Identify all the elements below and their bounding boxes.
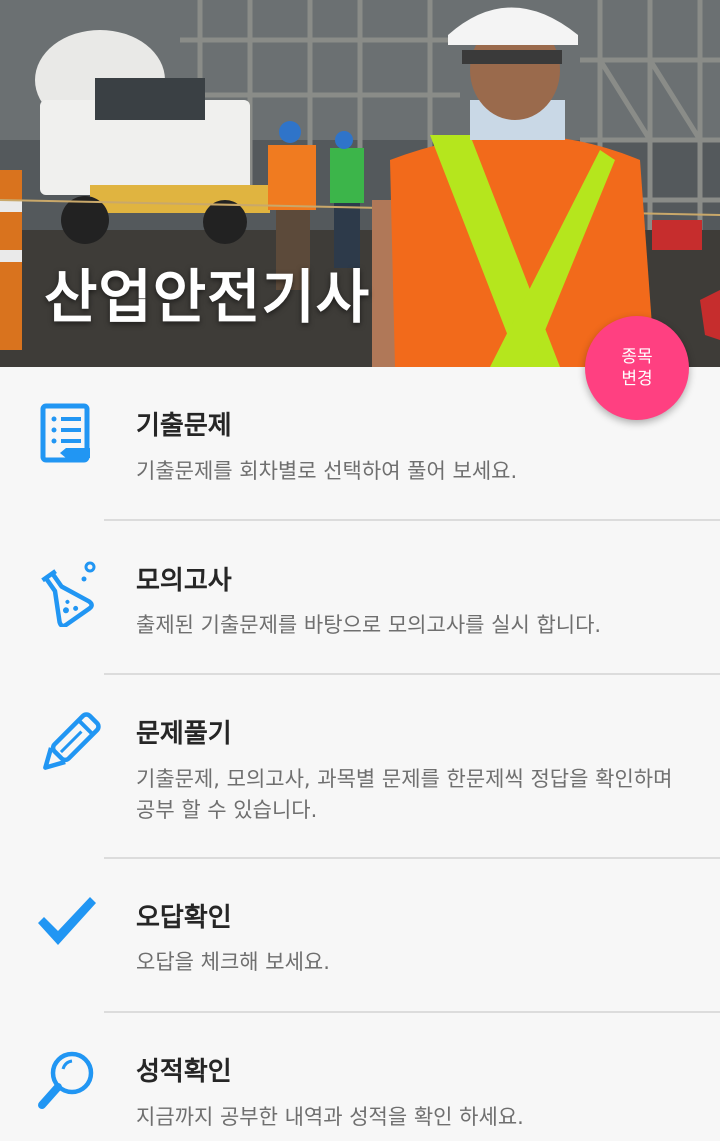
menu-item-title: 모의고사 — [136, 566, 232, 596]
change-subject-label-line2: 변경 — [621, 369, 653, 389]
menu-item-description: 오답을 체크해 보세요. — [136, 950, 330, 974]
menu-item-title: 문제풀기 — [136, 719, 232, 749]
menu-item-description: 출제된 기출문제를 바탕으로 모의고사를 실시 합니다. — [136, 613, 602, 637]
menu-item-description: 지금까지 공부한 내역과 성적을 확인 하세요. — [136, 1105, 524, 1129]
menu-item-description: 기출문제를 회차별로 선택하여 풀어 보세요. — [136, 459, 518, 483]
menu-item-title: 오답확인 — [136, 903, 232, 933]
menu-item-description: 기출문제, 모의고사, 과목별 문제를 한문제씩 정답을 확인하며 공부 할 수… — [136, 767, 673, 822]
pencil-icon — [43, 712, 101, 770]
menu-item-wrong-answers[interactable]: 오답확인 오답을 체크해 보세요. — [0, 859, 720, 1012]
menu-item-title: 기출문제 — [136, 411, 232, 441]
change-subject-button[interactable]: 종목 변경 — [585, 316, 689, 420]
header-banner: 산업안전기사 — [0, 0, 720, 367]
menu-item-mock-exam[interactable]: 모의고사 출제된 기출문제를 바탕으로 모의고사를 실시 합니다. — [0, 521, 720, 674]
menu-item-solve-problems[interactable]: 문제풀기 기출문제, 모의고사, 과목별 문제를 한문제씩 정답을 확인하며 공… — [0, 675, 720, 857]
change-subject-label-line1: 종목 — [621, 347, 653, 367]
flask-icon — [41, 561, 96, 627]
document-list-icon — [40, 403, 90, 463]
menu-item-title: 성적확인 — [136, 1057, 232, 1087]
magnifier-icon — [38, 1051, 94, 1109]
menu-item-scores[interactable]: 성적확인 지금까지 공부한 내역과 성적을 확인 하세요. — [0, 1013, 720, 1141]
checkmark-icon — [38, 897, 96, 945]
page-title: 산업안전기사 — [44, 263, 371, 331]
